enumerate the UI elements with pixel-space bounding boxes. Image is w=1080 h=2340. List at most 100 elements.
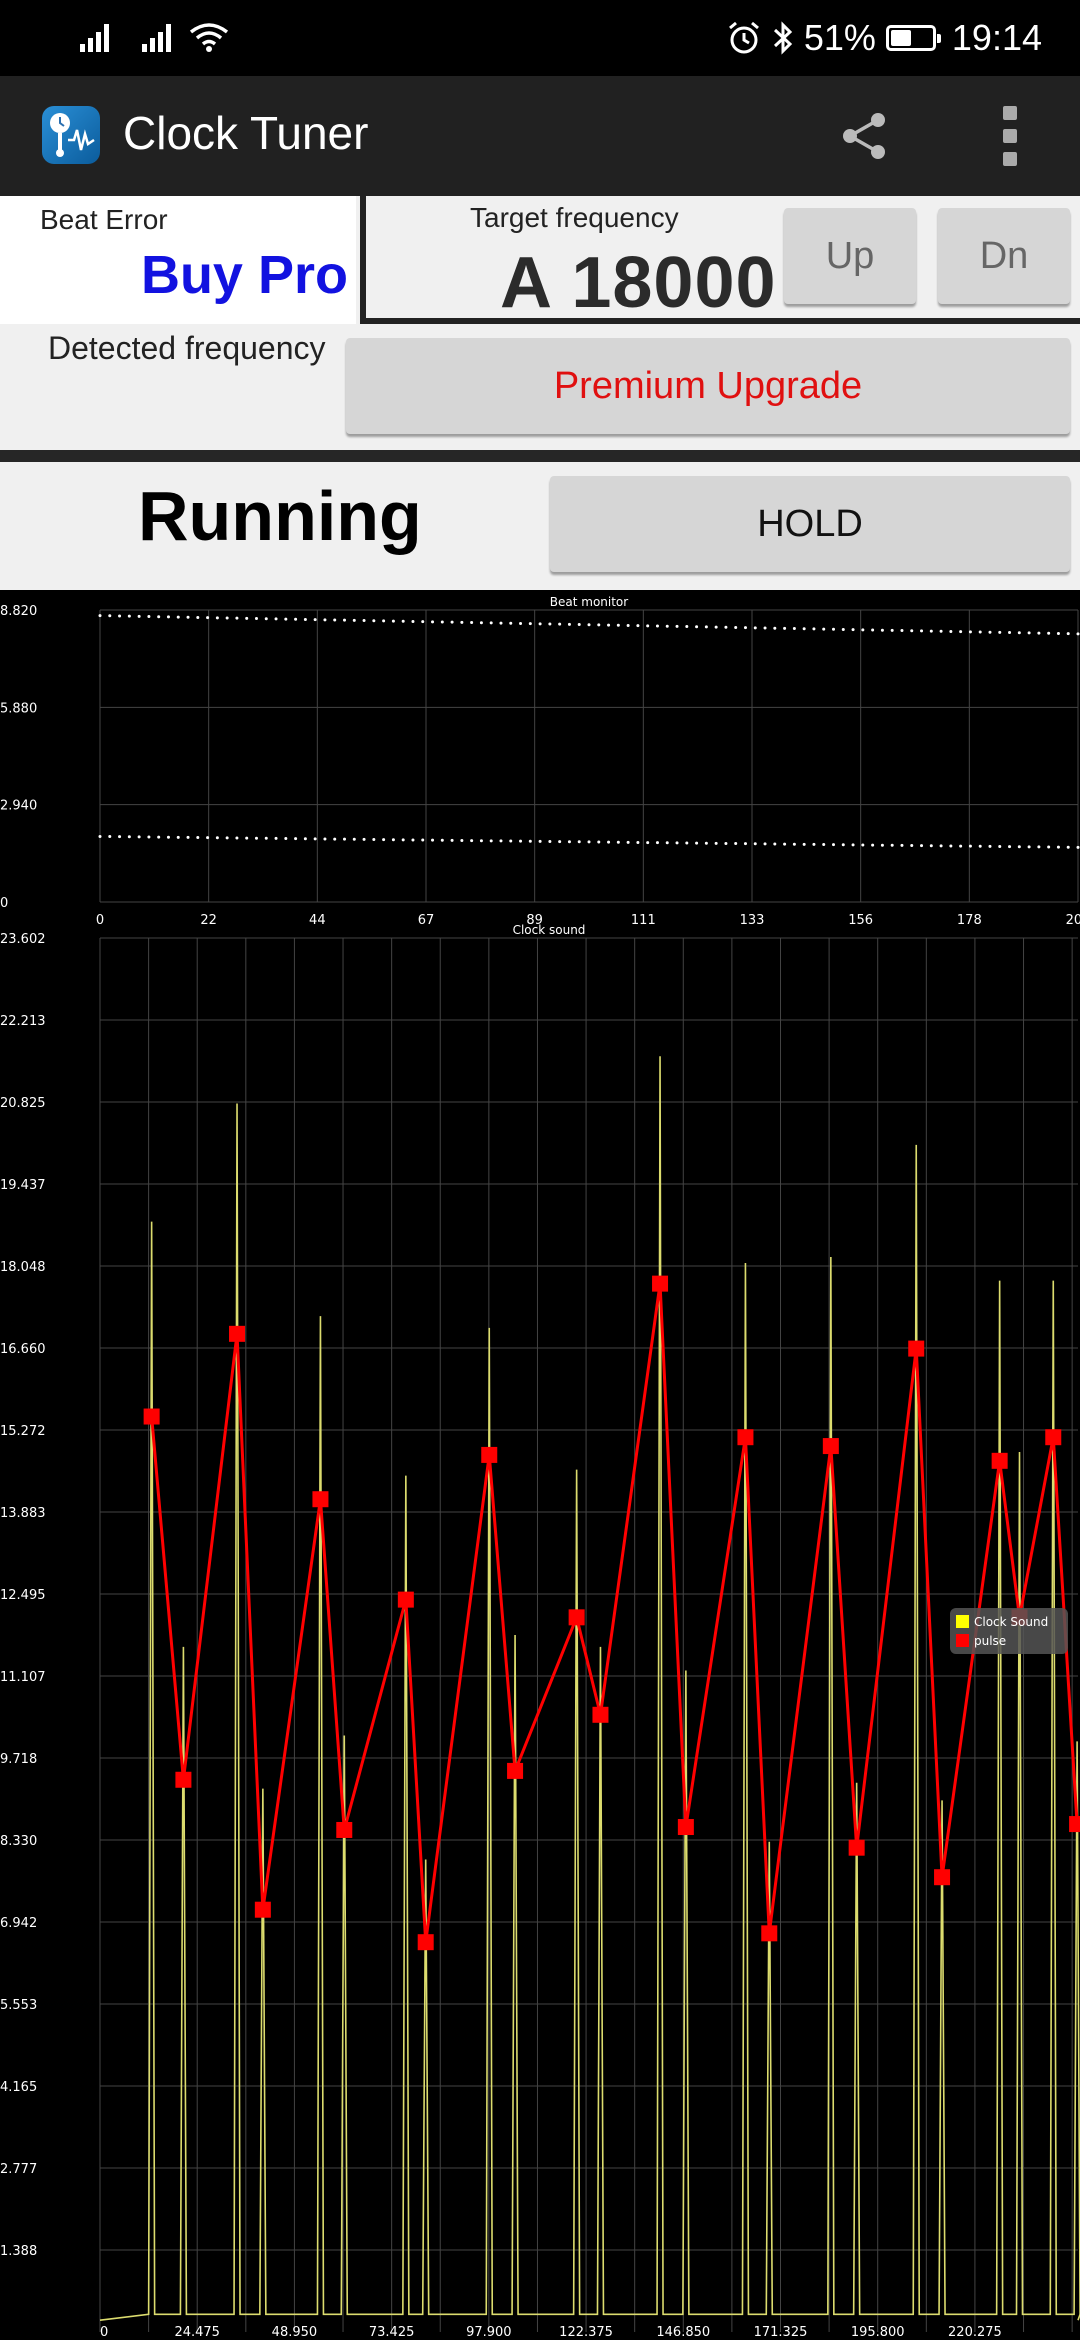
beat-point bbox=[920, 844, 924, 848]
clock-sound-chart: Clock sound 0 24.475 48.950 73.425 97.900 122.… bbox=[0, 923, 1080, 2340]
pulse-point bbox=[991, 1452, 1008, 1469]
beat-point bbox=[294, 617, 298, 621]
beat-point bbox=[734, 842, 738, 846]
share-icon[interactable] bbox=[838, 110, 890, 162]
y-tick-label: 8.330 bbox=[0, 1834, 37, 1849]
premium-upgrade-button[interactable]: Premium Upgrade bbox=[346, 338, 1070, 434]
beat-point bbox=[313, 618, 317, 622]
beat-point bbox=[714, 841, 718, 845]
y-tick-label: 1.388 bbox=[0, 2244, 37, 2259]
beat-point bbox=[206, 616, 210, 620]
beat-point bbox=[108, 835, 112, 839]
beat-point bbox=[127, 835, 131, 839]
hold-button[interactable]: HOLD bbox=[550, 476, 1070, 572]
x-tick-label: 0 bbox=[100, 2325, 108, 2340]
beat-point bbox=[646, 841, 650, 845]
beat-point bbox=[871, 843, 875, 847]
beat-point bbox=[558, 840, 562, 844]
beat-point bbox=[401, 619, 405, 623]
beat-point bbox=[479, 839, 483, 843]
y-tick-label: 20.825 bbox=[0, 1096, 46, 1111]
beat-point bbox=[274, 617, 278, 621]
beat-point bbox=[792, 627, 796, 631]
beat-point bbox=[832, 627, 835, 631]
beat-point bbox=[724, 625, 728, 629]
beat-point bbox=[724, 841, 728, 845]
beat-point bbox=[959, 630, 963, 634]
beat-point bbox=[636, 624, 640, 628]
x-tick-label: 171.325 bbox=[754, 2325, 808, 2340]
beat-point bbox=[587, 840, 591, 844]
beat-point bbox=[704, 841, 708, 845]
x-tick-label: 122.375 bbox=[559, 2325, 613, 2340]
beat-point bbox=[763, 626, 767, 630]
pulse-point bbox=[254, 1901, 271, 1918]
signal-icon bbox=[142, 22, 176, 52]
status-right: 51% 19:14 bbox=[726, 12, 1042, 64]
beat-point bbox=[607, 623, 611, 627]
beat-point bbox=[333, 618, 337, 622]
beat-point bbox=[900, 629, 904, 633]
chart-title: Beat monitor bbox=[550, 595, 629, 609]
beat-point bbox=[802, 627, 806, 631]
beat-point bbox=[998, 630, 1002, 634]
beat-point bbox=[597, 623, 601, 627]
beat-point bbox=[880, 843, 884, 847]
buy-pro-link[interactable]: Buy Pro bbox=[141, 244, 348, 306]
beat-point bbox=[1037, 631, 1041, 635]
down-button[interactable]: Dn bbox=[938, 208, 1070, 304]
beat-point bbox=[470, 839, 474, 843]
beat-point bbox=[685, 625, 689, 629]
alarm-icon bbox=[728, 21, 759, 54]
beat-point bbox=[773, 842, 777, 846]
beat-point bbox=[626, 623, 630, 627]
beat-point bbox=[245, 836, 249, 840]
beat-point bbox=[235, 836, 239, 840]
beat-point bbox=[431, 838, 435, 842]
pulse-point bbox=[592, 1706, 609, 1723]
pulse-point bbox=[397, 1591, 414, 1608]
beat-point bbox=[577, 840, 581, 844]
beat-point bbox=[880, 628, 884, 632]
beat-point bbox=[871, 628, 875, 632]
beat-point bbox=[470, 621, 474, 625]
up-button[interactable]: Up bbox=[784, 208, 916, 304]
status-bar: 51% 19:14 bbox=[0, 0, 1080, 76]
pulse-point bbox=[175, 1771, 192, 1788]
beat-point bbox=[176, 615, 180, 619]
x-tick-label: 73.425 bbox=[369, 2325, 415, 2340]
beat-point bbox=[655, 841, 659, 845]
beat-point bbox=[597, 840, 601, 844]
beat-point bbox=[313, 837, 317, 841]
beat-point bbox=[900, 843, 904, 847]
beat-point bbox=[264, 617, 268, 621]
beat-point bbox=[411, 619, 415, 623]
beat-point bbox=[98, 614, 102, 618]
x-tick-label: 48.950 bbox=[272, 2325, 318, 2340]
beat-point bbox=[988, 630, 992, 634]
beat-point bbox=[372, 838, 376, 842]
pulse-line bbox=[150, 1283, 1079, 1943]
y-tick-label: 15.272 bbox=[0, 1424, 46, 1439]
beat-point bbox=[1008, 845, 1012, 849]
beat-point bbox=[822, 843, 826, 847]
beat-point bbox=[352, 837, 356, 841]
running-status: Running bbox=[138, 477, 422, 555]
beat-point bbox=[411, 838, 415, 842]
beat-point bbox=[626, 840, 630, 844]
beat-point bbox=[303, 617, 307, 621]
app-title: Clock Tuner bbox=[123, 107, 369, 159]
clock-time: 19:14 bbox=[951, 17, 1042, 58]
beat-point bbox=[382, 838, 386, 842]
pulse-point bbox=[1045, 1429, 1062, 1446]
beat-point bbox=[225, 616, 229, 620]
beat-point bbox=[753, 626, 757, 630]
beat-point bbox=[978, 630, 982, 634]
x-tick-label: 97.900 bbox=[466, 2325, 512, 2340]
beat-point bbox=[577, 623, 581, 627]
beat-point bbox=[118, 614, 122, 618]
more-vert-icon[interactable] bbox=[1000, 106, 1020, 166]
beat-point bbox=[998, 845, 1002, 849]
beat-point bbox=[460, 620, 464, 624]
beat-point bbox=[166, 835, 170, 839]
